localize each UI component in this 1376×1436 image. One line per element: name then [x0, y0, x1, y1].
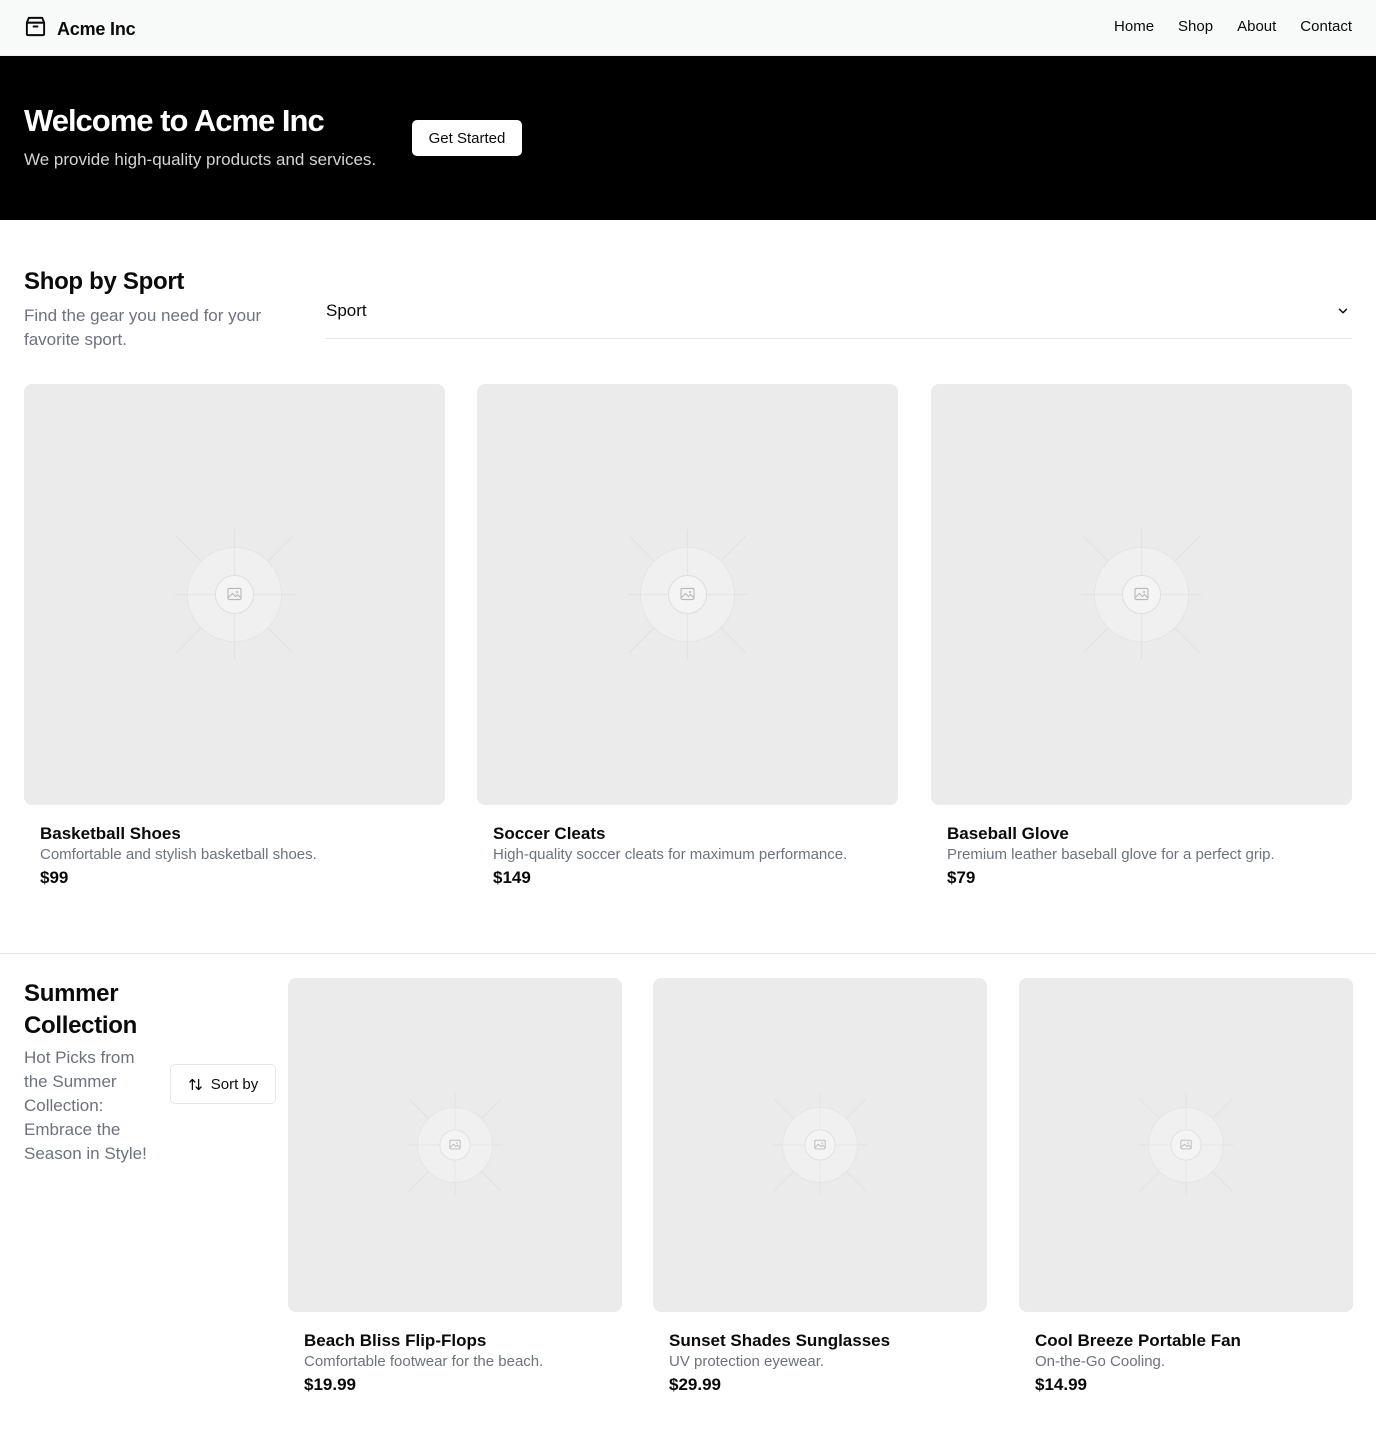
product-image-placeholder	[653, 978, 987, 1312]
product-description: High-quality soccer cleats for maximum p…	[493, 846, 848, 863]
product-card[interactable]: Basketball Shoes Comfortable and stylish…	[24, 384, 445, 894]
image-placeholder-icon	[627, 529, 748, 660]
product-card[interactable]: Beach Bliss Flip-Flops Comfortable footw…	[288, 978, 622, 1398]
package-icon	[24, 15, 47, 43]
product-price: $79	[947, 868, 976, 887]
product-price: $29.99	[669, 1375, 721, 1394]
image-placeholder-icon	[772, 1093, 868, 1197]
get-started-button[interactable]: Get Started	[412, 120, 522, 156]
summer-section-title: Summer Collection	[24, 980, 138, 1039]
product-description: On-the-Go Cooling.	[1035, 1353, 1166, 1370]
product-description: UV protection eyewear.	[669, 1353, 825, 1370]
product-card[interactable]: Sunset Shades Sunglasses UV protection e…	[653, 978, 987, 1398]
hero-subtitle: We provide high-quality products and ser…	[24, 150, 377, 169]
product-price: $99	[40, 868, 69, 887]
product-description: Comfortable footwear for the beach.	[304, 1353, 544, 1370]
product-description: Comfortable and stylish basketball shoes…	[40, 846, 317, 863]
product-card[interactable]: Soccer Cleats High-quality soccer cleats…	[477, 384, 898, 894]
summer-section-subtitle: Hot Picks from the Summer Collection: Em…	[24, 1048, 147, 1163]
product-name: Basketball Shoes	[40, 824, 181, 843]
nav-about[interactable]: About	[1237, 18, 1276, 35]
product-image-placeholder	[288, 978, 622, 1312]
nav-contact[interactable]: Contact	[1300, 18, 1352, 35]
image-placeholder-icon	[1138, 1093, 1234, 1197]
hero-section: Welcome to Acme Inc We provide high-qual…	[0, 56, 1376, 220]
sort-by-label: Sort by	[210, 1075, 259, 1093]
product-name: Cool Breeze Portable Fan	[1035, 1331, 1241, 1350]
product-name: Soccer Cleats	[493, 824, 606, 843]
product-description: Premium leather baseball glove for a per…	[947, 846, 1275, 863]
product-image-placeholder	[1019, 978, 1353, 1312]
product-name: Sunset Shades Sunglasses	[669, 1331, 891, 1350]
product-card[interactable]: Baseball Glove Premium leather baseball …	[931, 384, 1352, 894]
hero-title: Welcome to Acme Inc	[24, 103, 325, 138]
product-image-placeholder	[931, 384, 1352, 805]
sport-section-title: Shop by Sport	[24, 268, 185, 295]
product-price: $14.99	[1035, 1375, 1087, 1394]
site-header: Acme Inc Home Shop About Contact	[0, 0, 1376, 56]
product-price: $149	[493, 868, 531, 887]
sport-select-value: Sport	[326, 301, 367, 320]
sort-by-button[interactable]: Sort by	[170, 1064, 276, 1104]
sport-select[interactable]: Sport	[325, 290, 1352, 339]
image-placeholder-icon	[1081, 529, 1202, 660]
product-price: $19.99	[304, 1375, 356, 1394]
image-placeholder-icon	[174, 529, 295, 660]
main-nav: Home Shop About Contact	[1114, 18, 1352, 35]
product-image-placeholder	[24, 384, 445, 805]
image-placeholder-icon	[407, 1093, 503, 1197]
product-name: Beach Bliss Flip-Flops	[304, 1331, 487, 1350]
nav-home[interactable]: Home	[1114, 18, 1154, 35]
product-name: Baseball Glove	[947, 824, 1069, 843]
brand-link[interactable]: Acme Inc	[24, 15, 136, 43]
product-image-placeholder	[477, 384, 898, 805]
section-divider	[0, 953, 1376, 954]
sport-section-subtitle: Find the gear you need for your favorite…	[24, 306, 262, 349]
nav-shop[interactable]: Shop	[1178, 18, 1213, 35]
brand-name: Acme Inc	[57, 18, 136, 39]
product-card[interactable]: Cool Breeze Portable Fan On-the-Go Cooli…	[1019, 978, 1353, 1398]
sort-arrows-icon	[188, 1077, 203, 1092]
